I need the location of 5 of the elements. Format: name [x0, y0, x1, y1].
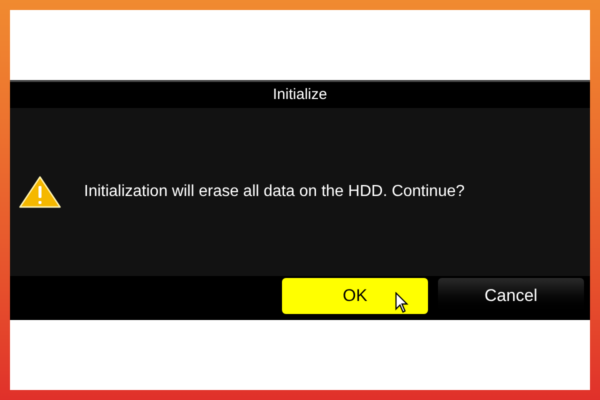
- dialog-button[interactable]: OK: [282, 278, 428, 314]
- warning-icon: [18, 175, 62, 209]
- mouse-cursor-icon: [395, 292, 409, 314]
- dialog-title: Initialize: [272, 84, 328, 105]
- dialog-message: Initialization will erase all data on the HDD. Continue?: [84, 182, 465, 202]
